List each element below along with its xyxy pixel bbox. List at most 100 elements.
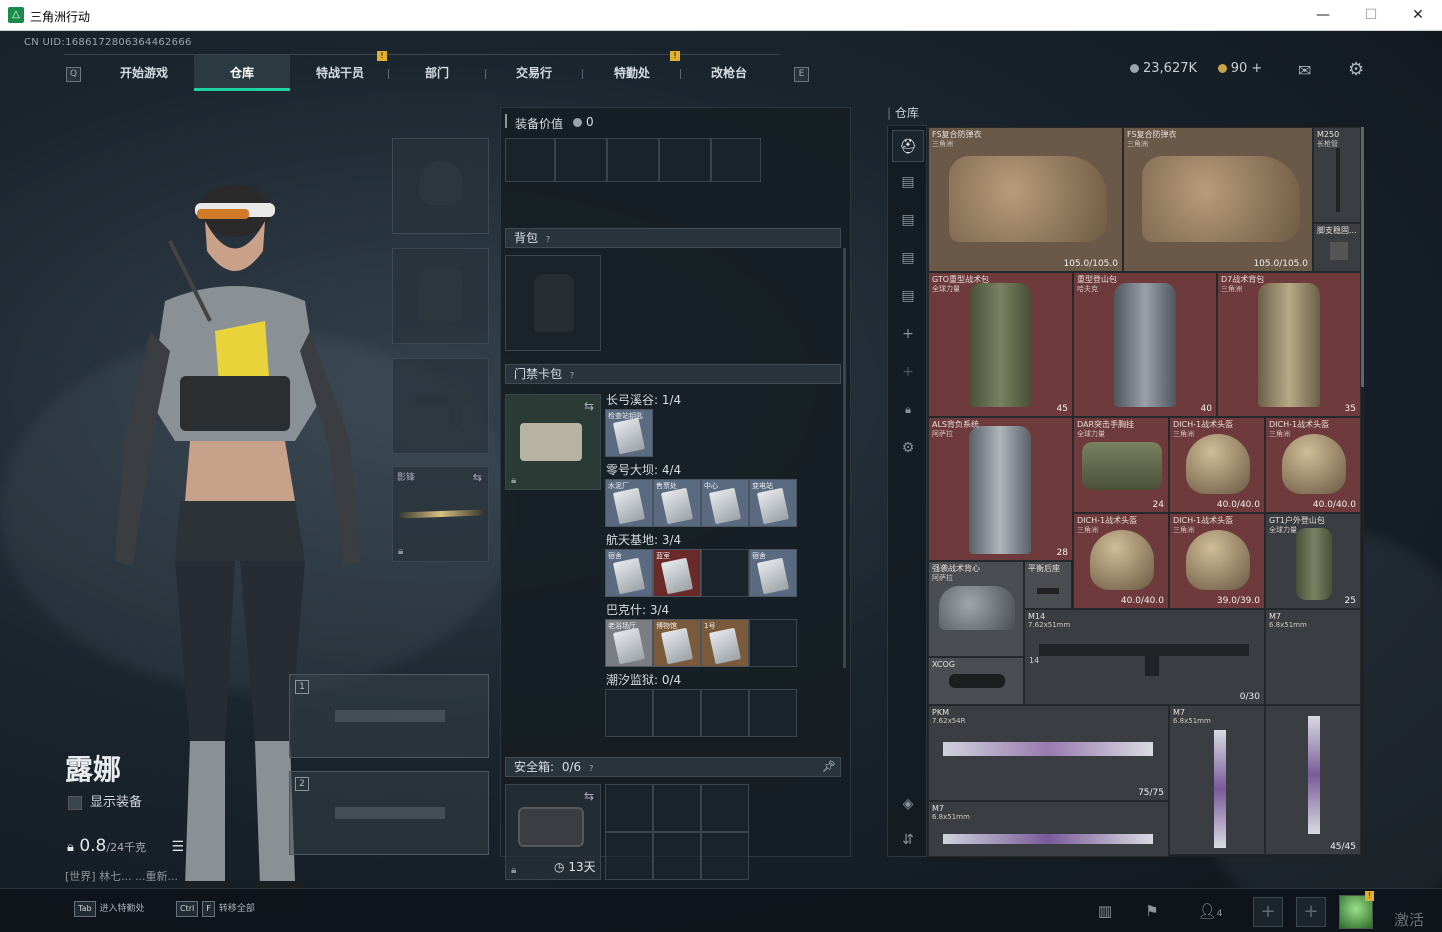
empty-key-slot[interactable] — [605, 689, 653, 737]
invite-slot-button[interactable]: + — [1253, 897, 1283, 927]
pin-icon[interactable]: 📌︎ — [822, 758, 836, 776]
swap-icon[interactable]: ⇆ — [584, 789, 594, 803]
chat-line[interactable]: [世界] 林七... ...重新... — [65, 868, 178, 884]
helmet-slot[interactable] — [392, 138, 489, 234]
minimize-button[interactable]: — — [1300, 4, 1346, 26]
stash-item[interactable]: 45/45 — [1265, 705, 1361, 855]
close-button[interactable]: ✕ — [1395, 4, 1441, 26]
stash-item[interactable]: GT1户外登山包 全球力量 25 — [1265, 513, 1361, 609]
gold-amount[interactable]: 90 + — [1231, 61, 1263, 76]
grid-cell[interactable] — [505, 138, 555, 182]
plus-icon[interactable]: + — [892, 356, 924, 388]
keycard-item[interactable]: 老浴场厅 — [605, 619, 653, 667]
stash-page-icon[interactable]: ▤ — [892, 204, 924, 236]
stash-item[interactable]: 重型登山包 哈夫克 40 — [1073, 272, 1217, 417]
plus-icon[interactable]: + — [892, 318, 924, 350]
pistol-slot[interactable] — [392, 358, 489, 454]
stash-item[interactable]: DICH-1战术头盔 三角洲 40.0/40.0 — [1073, 513, 1169, 609]
keycard-case-slot[interactable]: ⇆ 🔒︎ — [505, 394, 601, 490]
stash-page-icon[interactable]: ▤ — [892, 242, 924, 274]
gear-icon[interactable]: ⚙ — [1348, 59, 1364, 80]
maximize-button[interactable]: ☐ — [1348, 4, 1394, 26]
lock-icon[interactable]: 🔒︎ — [892, 394, 924, 426]
grid-cell[interactable] — [659, 138, 711, 182]
gear-icon[interactable]: ⚙ — [892, 432, 924, 464]
grid-cell[interactable] — [605, 832, 653, 880]
stash-item[interactable]: DICH-1战术头盔 三角洲 40.0/40.0 — [1169, 417, 1265, 513]
checkbox[interactable] — [68, 795, 82, 810]
tab-department[interactable]: 部门 — [389, 55, 485, 91]
keycard-item[interactable]: 售票处 — [653, 479, 701, 527]
stash-item[interactable]: XCOG — [928, 657, 1024, 705]
melee-slot[interactable]: 影锋 ⇆ 🔒︎ — [392, 466, 489, 562]
stats-icon[interactable]: ▥ — [1091, 897, 1119, 925]
keycard-item[interactable]: 中心 — [701, 479, 749, 527]
nav-key-left[interactable]: Q — [66, 67, 81, 82]
stash-item[interactable]: M7 6.8x51mm — [1169, 705, 1265, 855]
friends-button[interactable]: 👤︎4 — [1192, 897, 1228, 925]
stash-item[interactable]: 平衡后座 — [1024, 561, 1072, 609]
stash-item[interactable]: M7 6.8x51mm — [1265, 609, 1361, 705]
empty-key-slot[interactable] — [701, 689, 749, 737]
stash-item[interactable]: M250 长枪管 — [1313, 127, 1361, 223]
empty-key-slot[interactable] — [653, 689, 701, 737]
grid-cell[interactable] — [653, 784, 701, 832]
keycard-item[interactable]: 1号 — [701, 619, 749, 667]
keycard-item[interactable]: 博物馆 — [653, 619, 701, 667]
tab-warehouse[interactable]: 仓库 — [194, 55, 290, 91]
tab-operators[interactable]: 特战干员 — [292, 55, 388, 91]
keycard-item[interactable]: 变电站 — [749, 479, 797, 527]
stash-item[interactable]: M14 7.62x51mm 0/30 14 — [1024, 609, 1265, 705]
help-icon[interactable]: ? — [542, 234, 554, 246]
primary-weapon-slot[interactable]: 1 — [289, 674, 489, 758]
stash-item[interactable]: 强袭战术背心 阿萨拉 — [928, 561, 1024, 657]
tab-start-game[interactable]: 开始游戏 — [96, 55, 192, 91]
stash-item[interactable]: GTO重型战术包 全球力量 45 — [928, 272, 1073, 417]
grid-cell[interactable] — [605, 784, 653, 832]
swap-icon[interactable]: ⇆ — [584, 399, 594, 413]
backpack-slot[interactable] — [505, 255, 601, 351]
helmet-filter-icon[interactable]: ⛑ — [892, 130, 924, 162]
grid-cell[interactable] — [555, 138, 607, 182]
scrollbar[interactable] — [843, 248, 846, 668]
grid-cell[interactable] — [653, 832, 701, 880]
mail-icon[interactable]: ✉ — [1298, 61, 1311, 80]
stash-page-icon[interactable]: ▤ — [892, 280, 924, 312]
layers-icon[interactable]: ◈ — [892, 788, 924, 820]
stash-item[interactable]: D7战术背包 三角洲 35 — [1217, 272, 1361, 417]
stash-item[interactable]: M7 6.8x51mm — [928, 801, 1169, 857]
stash-item[interactable]: 脚支稳固... — [1313, 223, 1361, 272]
swap-icon[interactable]: ⇆ — [473, 471, 482, 484]
stash-item[interactable]: DICH-1战术头盔 三角洲 40.0/40.0 — [1265, 417, 1361, 513]
stash-item[interactable]: FS复合防弹衣 三角洲 105.0/105.0 — [1123, 127, 1313, 272]
keycard-item[interactable]: 检查站钥匙 — [605, 409, 653, 457]
stash-item[interactable]: DICH-1战术头盔 三角洲 39.0/39.0 — [1169, 513, 1265, 609]
keycard-item[interactable]: 宿舍 — [605, 549, 653, 597]
stash-item[interactable]: PKM 7.62x54R 75/75 — [928, 705, 1169, 801]
tab-trade[interactable]: 交易行 — [486, 55, 582, 91]
invite-slot-button[interactable]: + — [1296, 897, 1326, 927]
safe-box-slot[interactable]: ⇆ 🔒︎ ◷ 13天 — [505, 784, 601, 880]
show-equipment-toggle[interactable]: 显示装备 — [68, 791, 142, 810]
flag-icon[interactable]: ⚑ — [1138, 897, 1166, 925]
hint-transfer-all[interactable]: Ctrl F 转移全部 — [176, 901, 255, 917]
grid-cell[interactable] — [701, 832, 749, 880]
armor-slot[interactable] — [392, 248, 489, 344]
grid-cell[interactable] — [711, 138, 761, 182]
empty-key-slot[interactable] — [749, 619, 797, 667]
secondary-weapon-slot[interactable]: 2 — [289, 771, 489, 855]
empty-key-slot[interactable] — [749, 689, 797, 737]
stash-scrollbar[interactable] — [1361, 127, 1364, 387]
nav-key-right[interactable]: E — [794, 67, 809, 82]
keycard-item[interactable]: 蓝室 — [653, 549, 701, 597]
keycard-item[interactable]: 水泥厂 — [605, 479, 653, 527]
stash-page-icon[interactable]: ▤ — [892, 166, 924, 198]
help-icon[interactable]: ? — [585, 763, 597, 775]
sort-icon[interactable]: ⇵ — [892, 824, 924, 856]
stash-item[interactable]: ALS背负系统 阿萨拉 28 — [928, 417, 1073, 561]
grid-cell[interactable] — [607, 138, 659, 182]
grid-cell[interactable] — [701, 784, 749, 832]
hint-special-ops[interactable]: Tab 进入特勤处 — [74, 901, 145, 917]
keycard-item[interactable]: 宿舍 — [749, 549, 797, 597]
tab-special-ops[interactable]: 特勤处 — [584, 55, 680, 91]
